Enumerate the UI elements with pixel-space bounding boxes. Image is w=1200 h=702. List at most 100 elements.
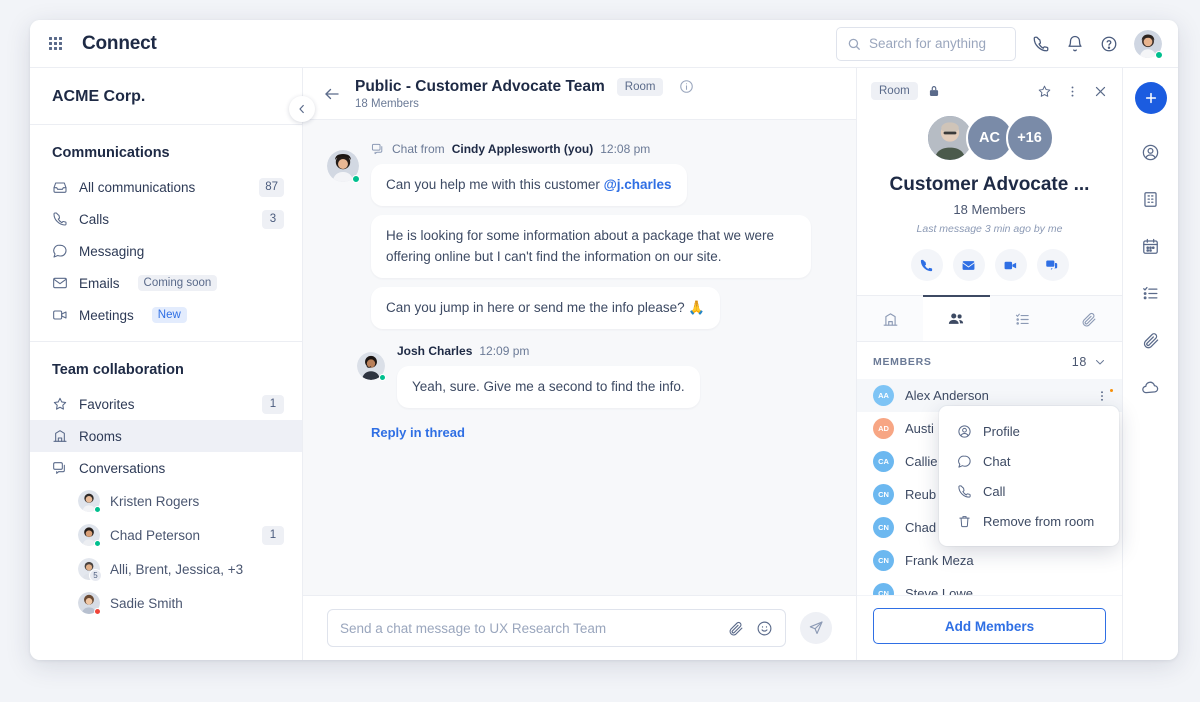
avatar <box>357 352 386 381</box>
more-vertical-icon[interactable] <box>1095 388 1113 403</box>
sidebar-item-badge: 87 <box>259 177 284 197</box>
phone-icon <box>957 484 972 499</box>
conversation-label: Alli, Brent, Jessica, +3 <box>110 561 244 577</box>
context-menu-item-chat[interactable]: Chat <box>939 446 1119 476</box>
reply-in-thread-link[interactable]: Reply in thread <box>371 425 465 440</box>
avatar-initials: CN <box>873 517 894 538</box>
list-checks-icon[interactable] <box>1131 273 1171 313</box>
sidebar-item-emails[interactable]: Emails Coming soon <box>30 267 302 299</box>
lock-icon <box>927 84 941 98</box>
phone-icon[interactable] <box>1032 35 1050 53</box>
table-row[interactable]: CN Steve Lowe <box>857 577 1122 595</box>
bell-icon[interactable] <box>1066 35 1084 53</box>
tab-files[interactable] <box>1056 295 1122 341</box>
status-dot-online <box>1155 50 1163 59</box>
status-dot-online <box>352 175 360 183</box>
list-item[interactable]: Kristen Rogers <box>30 484 302 518</box>
smiley-icon[interactable] <box>756 620 773 637</box>
contact-icon[interactable] <box>1131 132 1171 172</box>
help-icon[interactable] <box>1100 35 1118 53</box>
phone-icon <box>52 211 68 227</box>
table-row[interactable]: CN Frank Meza <box>857 544 1122 577</box>
profile-icon <box>957 424 972 439</box>
call-button[interactable] <box>910 249 943 281</box>
close-icon[interactable] <box>1093 84 1108 99</box>
list-item[interactable]: 5 Alli, Brent, Jessica, +3 <box>30 552 302 586</box>
member-name: Steve Lowe <box>905 586 973 595</box>
tab-members[interactable] <box>923 295 990 341</box>
star-icon[interactable] <box>1037 84 1052 99</box>
calendar-icon[interactable] <box>1131 226 1171 266</box>
message-bubble: He is looking for some information about… <box>371 215 811 278</box>
context-menu-item-label: Chat <box>983 453 1011 469</box>
room-name: Customer Advocate ... <box>889 174 1090 195</box>
send-button[interactable] <box>800 612 832 644</box>
sidebar-item-rooms[interactable]: Rooms <box>30 420 302 452</box>
members-header-label: MEMBERS <box>873 356 932 368</box>
user-avatar[interactable] <box>1134 29 1163 59</box>
arrow-left-icon[interactable] <box>323 85 341 103</box>
member-name: Reub <box>905 487 937 502</box>
message-time: 12:08 pm <box>600 142 651 156</box>
context-menu-item-profile[interactable]: Profile <box>939 416 1119 446</box>
search-box[interactable] <box>836 26 1016 61</box>
context-menu-item-call[interactable]: Call <box>939 476 1119 506</box>
sidebar-section-team-collaboration: Team collaboration Favorites 1 Rooms Con… <box>30 342 302 630</box>
chat-title-row: Public - Customer Advocate Team Room <box>355 77 694 96</box>
avatar <box>78 592 101 615</box>
sidebar-item-badge: 1 <box>262 394 284 414</box>
context-menu-item-label: Call <box>983 483 1006 499</box>
room-details-panel: Room AC +16 Customer Advocate ... 18 Mem… <box>856 68 1122 660</box>
message-input[interactable] <box>340 620 715 636</box>
sidebar-item-calls[interactable]: Calls 3 <box>30 203 302 235</box>
video-call-button[interactable] <box>994 249 1027 281</box>
chevron-left-icon <box>296 103 308 115</box>
paperclip-icon[interactable] <box>1131 320 1171 360</box>
sidebar-item-all-communications[interactable]: All communications 87 <box>30 171 302 203</box>
paperclip-icon[interactable] <box>727 620 744 637</box>
room-details-actions <box>1037 84 1108 99</box>
add-members-button[interactable]: Add Members <box>873 608 1106 644</box>
member-name: Chad <box>905 520 937 535</box>
video-camera-icon <box>52 307 68 323</box>
search-input[interactable] <box>869 36 1005 51</box>
composer-area <box>303 595 856 660</box>
tab-about[interactable] <box>857 295 923 341</box>
room-panel-tabs <box>857 295 1122 342</box>
avatar <box>78 490 101 513</box>
sidebar-item-label: Conversations <box>79 460 166 476</box>
chevron-down-icon <box>1094 356 1106 368</box>
list-item[interactable]: Sadie Smith <box>30 586 302 620</box>
tab-tasks[interactable] <box>990 295 1056 341</box>
more-vertical-icon[interactable] <box>1065 84 1080 99</box>
info-circle-icon[interactable] <box>679 79 694 94</box>
composer[interactable] <box>327 609 786 647</box>
members-count-toggle[interactable]: 18 <box>1072 355 1106 369</box>
mention-link[interactable]: @j.charles <box>604 177 672 192</box>
sidebar-item-meetings[interactable]: Meetings New <box>30 299 302 331</box>
left-sidebar: ACME Corp. Communications All communicat… <box>30 68 315 660</box>
avatar-initials: CN <box>873 484 894 505</box>
send-icon <box>808 620 824 636</box>
sidebar-item-conversations[interactable]: Conversations <box>30 452 302 484</box>
status-dot-online <box>379 374 386 381</box>
cloud-icon[interactable] <box>1131 367 1171 407</box>
sidebar-collapse-button[interactable] <box>289 96 315 122</box>
envelope-icon <box>52 275 68 291</box>
list-item[interactable]: Chad Peterson 1 <box>30 518 302 552</box>
chat-button[interactable] <box>1036 249 1069 281</box>
add-button[interactable] <box>1134 82 1167 114</box>
context-menu-item-remove-from-room[interactable]: Remove from room <box>939 506 1119 536</box>
email-button[interactable] <box>952 249 985 281</box>
apps-grid-icon[interactable] <box>38 27 72 61</box>
sidebar-item-label: Messaging <box>79 243 145 259</box>
video-camera-icon <box>1003 258 1018 273</box>
sidebar-item-favorites[interactable]: Favorites 1 <box>30 388 302 420</box>
building-icon[interactable] <box>1131 179 1171 219</box>
trash-icon <box>957 514 972 529</box>
sidebar-item-pill: New <box>151 307 187 323</box>
sidebar-item-label: Rooms <box>79 428 122 444</box>
top-bar-actions <box>836 26 1163 61</box>
member-context-menu: Profile Chat Call Remove from room <box>939 406 1119 546</box>
sidebar-item-messaging[interactable]: Messaging <box>30 235 302 267</box>
